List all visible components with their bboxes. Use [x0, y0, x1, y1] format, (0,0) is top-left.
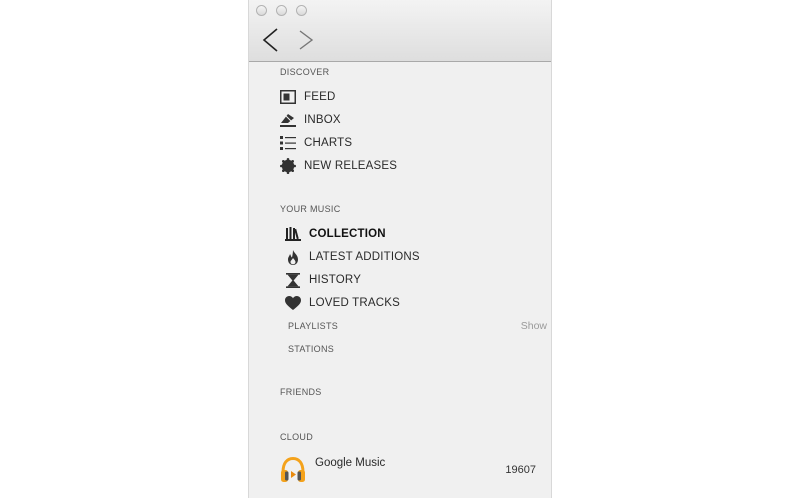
- sidebar-item-latest-additions[interactable]: LATEST ADDITIONS: [285, 247, 420, 267]
- forward-button[interactable]: [293, 25, 319, 55]
- sidebar-item-label: LOVED TRACKS: [309, 297, 401, 309]
- sidebar-item-label: FEED: [304, 91, 336, 103]
- new-releases-icon: [280, 158, 296, 174]
- sidebar-item-label: INBOX: [304, 114, 341, 126]
- cloud-source-label: Google Music: [315, 457, 386, 469]
- sidebar-item-inbox[interactable]: INBOX: [280, 110, 341, 130]
- cloud-source-count: 19607: [505, 464, 536, 476]
- sidebar-item-loved-tracks[interactable]: LOVED TRACKS: [285, 293, 400, 313]
- discover-header: DISCOVER: [280, 67, 330, 77]
- sidebar-item-new-releases[interactable]: NEW RELEASES: [280, 156, 397, 176]
- hourglass-icon: [285, 272, 301, 288]
- sidebar-item-collection[interactable]: COLLECTION: [285, 224, 386, 244]
- sidebar-item-stations[interactable]: STATIONS: [288, 344, 334, 354]
- flame-icon: [285, 249, 301, 265]
- cloud-header: CLOUD: [280, 432, 314, 442]
- sidebar-item-label: CHARTS: [304, 137, 353, 149]
- sidebar-item-feed[interactable]: FEED: [280, 87, 335, 107]
- sidebar-item-label: LATEST ADDITIONS: [309, 251, 420, 263]
- your-music-header: YOUR MUSIC: [280, 204, 341, 214]
- chevron-left-icon: [262, 28, 278, 52]
- titlebar: [249, 0, 551, 62]
- friends-header[interactable]: FRIENDS: [280, 387, 322, 397]
- heart-icon: [285, 295, 301, 311]
- google-music-headphones-icon: [280, 456, 306, 489]
- sidebar-item-playlists[interactable]: PLAYLISTS: [288, 321, 338, 331]
- app-window: DISCOVER FEED INBOX CHARTS NEW RELEASES …: [248, 0, 552, 498]
- sidebar-item-label: NEW RELEASES: [304, 160, 398, 172]
- zoom-window-button[interactable]: [296, 5, 307, 16]
- charts-icon: [280, 135, 296, 151]
- playlists-show-link[interactable]: Show: [521, 320, 547, 332]
- sidebar-item-history[interactable]: HISTORY: [285, 270, 361, 290]
- sidebar-item-charts[interactable]: CHARTS: [280, 133, 352, 153]
- chevron-right-icon: [299, 30, 314, 50]
- back-button[interactable]: [259, 25, 285, 55]
- inbox-icon: [280, 112, 296, 128]
- feed-icon: [280, 89, 296, 105]
- collection-icon: [285, 226, 301, 242]
- cloud-source-google-music[interactable]: Google Music 19607: [280, 454, 540, 486]
- sidebar-item-label: COLLECTION: [309, 228, 386, 240]
- close-window-button[interactable]: [256, 5, 267, 16]
- minimize-window-button[interactable]: [276, 5, 287, 16]
- sidebar-item-label: HISTORY: [309, 274, 362, 286]
